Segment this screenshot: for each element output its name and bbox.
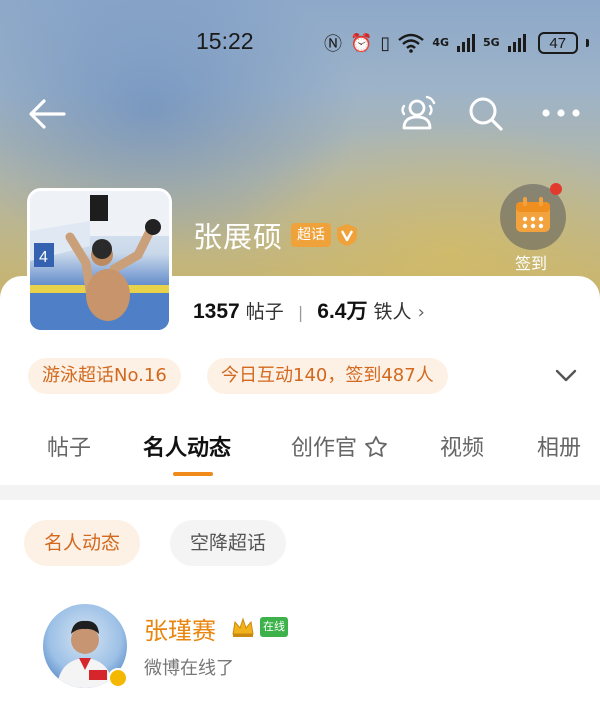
online-badge: 在线 [260, 617, 288, 637]
network-5g-label: 5G [483, 36, 500, 49]
active-tab-indicator [173, 472, 213, 476]
stats-divider: | [297, 303, 304, 322]
filter-celebrity-updates[interactable]: 名人动态 [24, 520, 141, 566]
tab-celebrity-updates[interactable]: 名人动态 [143, 430, 231, 462]
status-icons: Ⓝ ⏰ ▯ 4G 5G 47 [324, 30, 589, 56]
topic-stats[interactable]: 1357 帖子 | 6.4万 铁人 › [193, 295, 425, 325]
alarm-icon: ⏰ [350, 32, 373, 54]
today-activity-chip[interactable]: 今日互动140，签到487人 [207, 358, 448, 394]
chevron-right-icon: › [417, 302, 425, 323]
posts-label: 帖子 [245, 301, 284, 323]
tab-album[interactable]: 相册 [537, 430, 581, 462]
battery-tip [585, 39, 589, 47]
top-nav [0, 88, 600, 142]
tab-videos[interactable]: 视频 [440, 430, 484, 462]
topic-cover-image[interactable]: 4 [27, 188, 172, 333]
swimmer-photo: 4 [30, 191, 169, 330]
checkin-label: 签到 [515, 254, 548, 273]
filter-airdrop-topic[interactable]: 空降超话 [170, 520, 287, 566]
topic-name: 张展硕 [193, 220, 284, 254]
vibrate-icon: ▯ [380, 32, 391, 54]
status-bar: 15:22 Ⓝ ⏰ ▯ 4G 5G 47 [0, 26, 600, 62]
fans-count: 6.4万 [317, 300, 368, 323]
feed-user-name[interactable]: 张瑾赛 [144, 611, 216, 646]
back-arrow-icon[interactable] [26, 94, 70, 134]
topic-tabs: 帖子 名人动态 创作官 视频 相册 [0, 430, 600, 470]
wifi-icon [398, 33, 425, 53]
creator-star-icon [365, 436, 387, 457]
chevron-down-icon[interactable] [553, 362, 579, 388]
verified-user-icon [108, 668, 128, 688]
signal-icon-1 [457, 34, 476, 52]
tab-posts[interactable]: 帖子 [47, 430, 91, 462]
posts-count: 1357 [193, 300, 240, 323]
tab-creators[interactable]: 创作官 [291, 430, 388, 462]
battery-icon: 47 [537, 32, 578, 54]
network-4g-label: 4G [432, 36, 450, 49]
crown-icon [232, 617, 254, 637]
fans-label: 铁人 [373, 301, 412, 323]
tab-creators-label: 创作官 [291, 436, 358, 461]
super-topic-badge: 超话 [291, 223, 331, 247]
community-icon[interactable] [396, 92, 438, 134]
svg-text:4: 4 [39, 249, 48, 266]
feed-status-text: 微博在线了 [144, 658, 234, 679]
more-icon[interactable] [540, 98, 582, 128]
notification-dot [550, 183, 562, 195]
search-icon[interactable] [466, 94, 506, 134]
status-time: 15:22 [196, 28, 254, 54]
nfc-icon: Ⓝ [324, 34, 342, 55]
topic-rank-chip[interactable]: 游泳超话No.16 [28, 358, 181, 394]
verified-badge-icon [337, 224, 357, 246]
signal-icon-2 [507, 34, 526, 52]
